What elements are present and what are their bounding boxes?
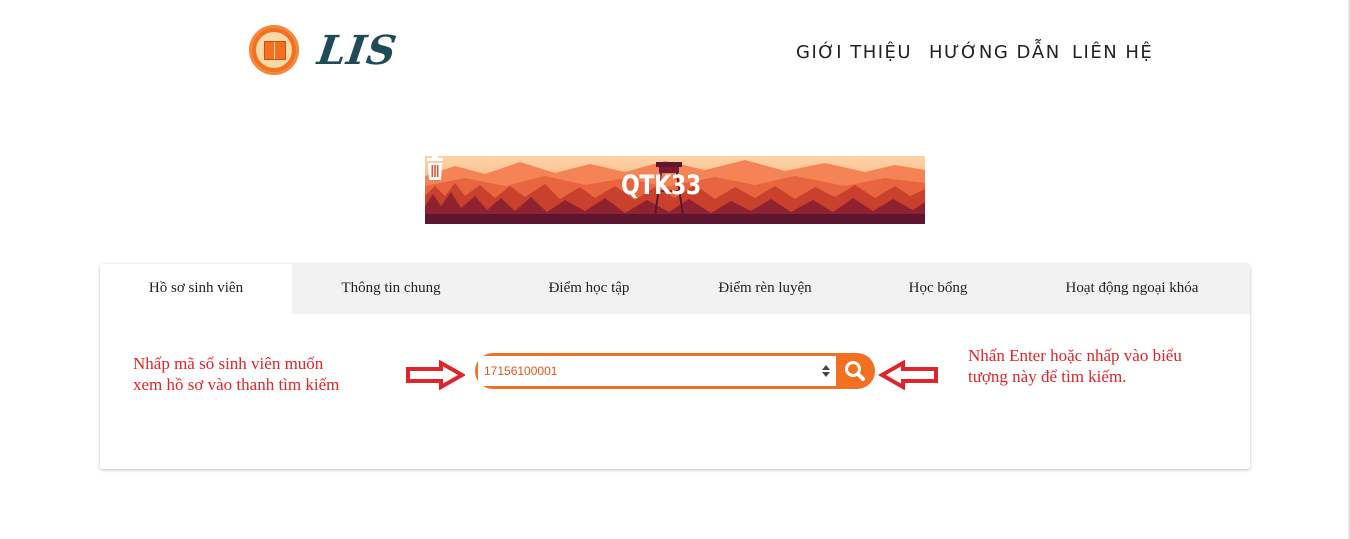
tab-hoat-dong-ngoai-khoa[interactable]: Hoạt động ngoại khóa	[1014, 264, 1250, 314]
student-search-bar: 17156100001	[475, 353, 875, 389]
left-note-line-2: xem hồ sơ vào thanh tìm kiếm	[133, 375, 340, 394]
nav-lien-he[interactable]: LIÊN HỆ	[1072, 42, 1153, 66]
student-id-input[interactable]: 17156100001	[478, 356, 836, 386]
tab-bar: Hồ sơ sinh viên Thông tin chung Điểm học…	[100, 264, 1250, 314]
student-profile-card: Hồ sơ sinh viên Thông tin chung Điểm học…	[100, 264, 1250, 469]
student-id-value: 17156100001	[484, 364, 558, 378]
trash-icon[interactable]	[425, 156, 445, 180]
right-arrow-icon	[406, 360, 465, 390]
tab-diem-hoc-tap[interactable]: Điểm học tập	[490, 264, 688, 314]
tab-thong-tin-chung[interactable]: Thông tin chung	[292, 264, 490, 314]
book-icon	[264, 41, 286, 60]
banner-title: QTK33	[621, 170, 701, 201]
tab-ho-so-sinh-vien[interactable]: Hồ sơ sinh viên	[100, 264, 292, 314]
right-instruction-note: Nhấn Enter hoặc nhấp vào biểu tượng này …	[968, 345, 1182, 387]
search-icon[interactable]	[837, 353, 875, 389]
tab-hoc-bong[interactable]: Học bổng	[862, 264, 1014, 314]
left-instruction-note: Nhấp mã số sinh viên muốn xem hồ sơ vào …	[133, 353, 339, 395]
nav-gioi-thieu[interactable]: GIỚI THIỆU	[796, 42, 912, 66]
site-logo-text[interactable]: LIS	[315, 27, 400, 74]
university-logo[interactable]	[249, 25, 299, 75]
right-note-line-1: Nhấn Enter hoặc nhấp vào biểu	[968, 346, 1182, 365]
left-note-line-1: Nhấp mã số sinh viên muốn	[133, 354, 324, 373]
right-note-line-2: tượng này để tìm kiếm.	[968, 367, 1127, 386]
class-banner: QTK33	[425, 156, 925, 224]
tab-diem-ren-luyen[interactable]: Điểm rèn luyện	[668, 264, 862, 314]
number-spinner-icon[interactable]	[822, 365, 830, 377]
left-arrow-icon	[877, 360, 938, 390]
nav-huong-dan[interactable]: HƯỚNG DẪN	[929, 42, 1061, 66]
